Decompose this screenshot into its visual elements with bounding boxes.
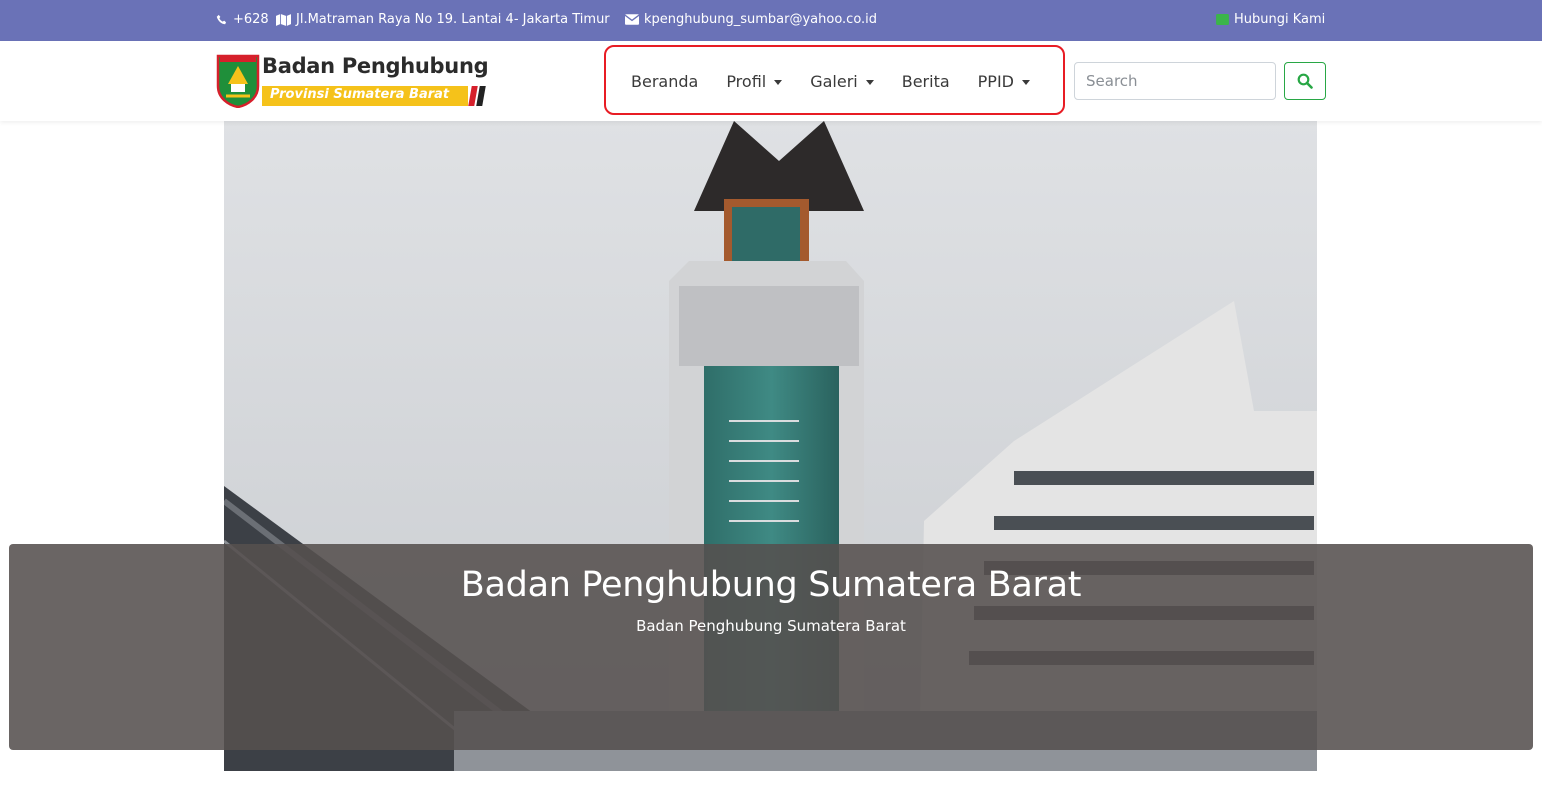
phone-info: +628 bbox=[216, 12, 269, 27]
address-info: Jl.Matraman Raya No 19. Lantai 4- Jakart… bbox=[276, 12, 610, 27]
nav-item-label[interactable]: Berita bbox=[902, 72, 950, 91]
nav-item-label[interactable]: PPID bbox=[978, 72, 1014, 91]
contact-label[interactable]: Hubungi Kami bbox=[1234, 12, 1325, 27]
address-text: Jl.Matraman Raya No 19. Lantai 4- Jakart… bbox=[296, 12, 610, 27]
nav-item-ppid[interactable]: PPID bbox=[978, 72, 1030, 91]
caret-down-icon[interactable] bbox=[774, 80, 783, 85]
nav-item-label[interactable]: Profil bbox=[726, 72, 766, 91]
search-button[interactable] bbox=[1284, 62, 1326, 100]
nav-item-galeri[interactable]: Galeri bbox=[810, 72, 874, 91]
brand-subtitle: Provinsi Sumatera Barat bbox=[270, 87, 450, 102]
nav-item-label[interactable]: Beranda bbox=[631, 72, 698, 91]
email-link[interactable]: kpenghubung_sumbar@yahoo.co.id bbox=[644, 12, 877, 27]
nav-item-profil[interactable]: Profil bbox=[726, 72, 783, 91]
map-icon bbox=[276, 13, 291, 26]
brand-stripe-black bbox=[476, 86, 486, 106]
envelope-icon bbox=[625, 14, 639, 25]
nav-item-berita[interactable]: Berita bbox=[902, 72, 950, 91]
nav-item-beranda[interactable]: Beranda bbox=[631, 72, 698, 91]
main-navbar: Badan Penghubung Provinsi Sumatera Barat… bbox=[0, 41, 1542, 121]
site-logo[interactable]: Badan Penghubung Provinsi Sumatera Barat bbox=[216, 53, 489, 109]
top-info-bar: +628 Jl.Matraman Raya No 19. Lantai 4- J… bbox=[0, 0, 1542, 41]
caret-down-icon[interactable] bbox=[1022, 80, 1030, 85]
hero-caption: Badan Penghubung Sumatera Barat Badan Pe… bbox=[9, 544, 1533, 750]
caret-down-icon[interactable] bbox=[865, 80, 874, 85]
search-input[interactable] bbox=[1074, 62, 1276, 100]
brand-title: Badan Penghubung bbox=[262, 54, 489, 78]
phone-number: +628 bbox=[233, 12, 269, 27]
contact-link[interactable]: Hubungi Kami bbox=[1216, 12, 1325, 27]
nav-item-label[interactable]: Galeri bbox=[810, 72, 858, 91]
provincial-emblem-icon bbox=[216, 54, 260, 108]
phone-icon bbox=[216, 14, 228, 26]
hero-caption-title: Badan Penghubung Sumatera Barat bbox=[460, 565, 1082, 605]
chat-icon bbox=[1216, 14, 1229, 25]
hero-caption-subtitle: Badan Penghubung Sumatera Barat bbox=[636, 617, 906, 635]
search-icon[interactable] bbox=[1297, 73, 1313, 89]
main-menu: Beranda Profil Galeri Berita PPID bbox=[631, 72, 1058, 91]
email-info[interactable]: kpenghubung_sumbar@yahoo.co.id bbox=[625, 12, 877, 27]
